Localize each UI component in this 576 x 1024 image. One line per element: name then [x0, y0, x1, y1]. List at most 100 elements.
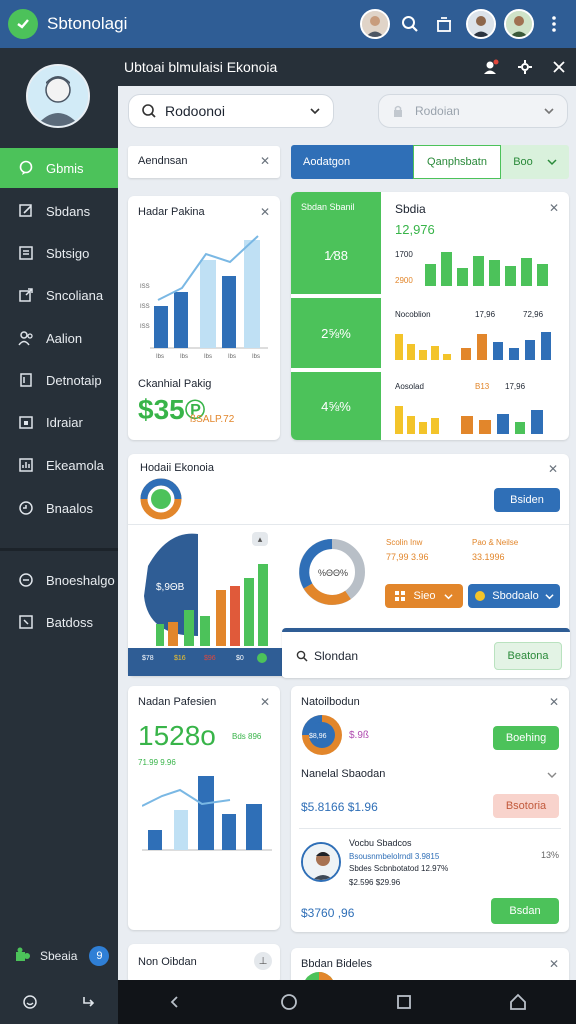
secondary-search-box[interactable]: Rodoian — [378, 94, 568, 128]
secondary-search-input[interactable]: Rodoian — [415, 104, 543, 118]
home-icon[interactable] — [509, 993, 527, 1011]
back-icon[interactable] — [167, 994, 183, 1010]
chevron-down-icon — [545, 593, 554, 599]
beatona-button[interactable]: Beatona — [494, 642, 562, 670]
bar-chart: ISS ISS ISS Ibs Ibs Ibs Ibs Ibs — [140, 235, 268, 360]
metric-tile-1[interactable]: Sbdan Sbanil 1⁄88 — [291, 192, 381, 294]
search-box[interactable]: Rodoonoi — [128, 94, 334, 128]
bar — [407, 344, 415, 360]
metric-value: 1⁄88 — [324, 247, 348, 263]
user-avatar-3[interactable] — [504, 9, 534, 39]
reply-icon[interactable] — [81, 994, 97, 1010]
app-logo-icon[interactable] — [8, 9, 38, 39]
more-vertical-icon[interactable] — [540, 10, 568, 38]
person-line: $2.596 $29.96 — [349, 878, 401, 887]
sidebar-item-detnotaip[interactable]: Detnotaip — [0, 360, 118, 400]
tab-aodatgon[interactable]: Aodatgon — [291, 145, 413, 179]
pie-side-value: $.9ß — [349, 730, 370, 741]
row-title: Nanelal Sbaodan — [301, 768, 386, 780]
close-icon[interactable]: ✕ — [549, 695, 559, 709]
sidebar-item-bnaalos[interactable]: Bnaalos — [0, 488, 118, 528]
close-icon[interactable]: ✕ — [260, 695, 270, 709]
card-hadar-pakina: Hadar Pakina ✕ ISS ISS ISS Ibs Ibs Ibs I… — [128, 196, 280, 440]
sidebar-item-ekeamola[interactable]: Ekeamola — [0, 445, 118, 485]
sidebar-item-bnoeshalgo[interactable]: Bnoeshalgo — [0, 560, 118, 600]
bsdan-button[interactable]: Bsdan — [491, 898, 559, 924]
expand-button[interactable]: ▴ — [252, 532, 268, 546]
pie-label: $8,96 — [309, 733, 327, 740]
sidebar-footer[interactable]: Sbeaia 9 — [14, 946, 110, 966]
sidebar-item-batdoss[interactable]: Batdoss — [0, 602, 118, 642]
sidebar-item-idraiar[interactable]: Idraiar — [0, 402, 118, 442]
home-circle-icon[interactable] — [280, 993, 298, 1011]
sidebar-item-aalion[interactable]: Aalion — [0, 318, 118, 358]
bar — [537, 264, 548, 286]
bsiden-button[interactable]: Bsiden — [494, 488, 560, 512]
sidebar-item-label: Sbdans — [46, 203, 91, 219]
top-bar: Sbtonolagi — [0, 0, 576, 48]
foot-value: $3760 ,96 — [301, 906, 355, 920]
store-icon[interactable] — [430, 10, 458, 38]
sieo-button[interactable]: Sieo — [385, 584, 463, 608]
metric-tile-2[interactable]: 2⅝% — [291, 298, 381, 368]
search-icon[interactable] — [396, 10, 424, 38]
button-label: Sieo — [413, 590, 436, 602]
person-avatar[interactable] — [301, 842, 341, 882]
card-delta: ßSALP.72 — [190, 414, 235, 425]
card-title: Non Oibdan — [138, 956, 197, 968]
sbodoalo-button[interactable]: Sbodoalo — [468, 584, 560, 608]
card-natoilbodun: Natoilbodun ✕ $8,96 $.9ß Boehing Nanelal… — [291, 686, 569, 932]
pin-button[interactable]: ⊥ — [254, 952, 272, 970]
bar — [505, 266, 516, 286]
row-label: Aosolad — [395, 382, 424, 391]
sidebar-item-sncoliana[interactable]: Sncoliana — [0, 275, 118, 315]
chevron-down-icon[interactable] — [309, 105, 321, 117]
bsotoria-button[interactable]: Bsotoria — [493, 794, 559, 818]
close-icon[interactable]: ✕ — [548, 462, 558, 476]
search-panel-input[interactable]: Slondan — [314, 649, 358, 663]
profile-avatar[interactable] — [26, 64, 90, 128]
bar — [461, 348, 471, 360]
combo-chart: $,9ΘB $78 $16 $96 $0 — [128, 533, 282, 676]
close-icon[interactable]: ✕ — [260, 205, 270, 219]
bar — [431, 346, 439, 360]
search-panel[interactable]: Slondan Beatona — [282, 628, 570, 678]
clock-icon — [19, 501, 33, 515]
chevron-down-icon[interactable] — [543, 105, 555, 117]
bar — [395, 406, 403, 434]
sidebar-item-label: Ekeamola — [46, 457, 104, 473]
user-add-icon[interactable] — [474, 59, 508, 75]
metric-tile-3[interactable]: 4⅝% — [291, 372, 381, 440]
close-icon[interactable]: ✕ — [549, 201, 559, 215]
search-input[interactable]: Rodoonoi — [165, 103, 309, 119]
close-icon[interactable]: ✕ — [260, 154, 270, 168]
user-avatar-2[interactable] — [466, 9, 496, 39]
bar — [521, 258, 532, 286]
bar — [246, 804, 262, 850]
filter-chip[interactable]: Aendnsan ✕ — [128, 146, 280, 178]
sidebar-item-sbtsigo[interactable]: Sbtsigo — [0, 233, 118, 273]
close-icon[interactable] — [542, 60, 576, 74]
bar — [216, 590, 226, 646]
emoji-icon[interactable] — [22, 994, 38, 1010]
sidebar-divider — [0, 548, 118, 551]
bar — [154, 306, 168, 348]
tab-qanphsbatn[interactable]: Qanphsbatn — [413, 145, 501, 179]
chevron-down-icon[interactable] — [547, 770, 557, 780]
card-title: Hadar Pakina — [138, 206, 205, 218]
recents-icon[interactable] — [396, 994, 412, 1010]
settings-icon[interactable] — [508, 59, 542, 75]
boehing-button[interactable]: Boehing — [493, 726, 559, 750]
legend-label: $78 — [142, 655, 154, 662]
close-icon[interactable]: ✕ — [549, 957, 559, 971]
sidebar-item-gbmis[interactable]: Gbmis — [0, 148, 118, 188]
card-title: Hodaii Ekonoia — [140, 462, 214, 474]
bar — [174, 292, 188, 348]
sidebar-item-sbdans[interactable]: Sbdans — [0, 191, 118, 231]
tab-boo[interactable]: Boo — [501, 145, 569, 179]
user-avatar-1[interactable] — [360, 9, 390, 39]
stat-label: Scolin Inw — [386, 538, 423, 547]
chevron-down-icon — [547, 159, 557, 166]
bar — [244, 578, 254, 646]
sidebar-item-label: Aalion — [46, 330, 83, 346]
